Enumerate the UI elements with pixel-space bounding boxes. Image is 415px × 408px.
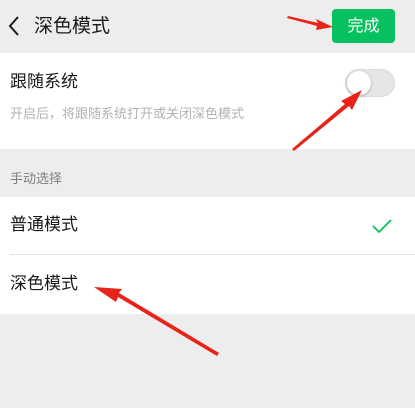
- back-button[interactable]: [6, 14, 22, 38]
- follow-system-card: 跟随系统 开启后，将跟随系统打开或关闭深色模式: [0, 53, 415, 149]
- toggle-knob: [347, 71, 371, 95]
- option-label: 深色模式: [10, 274, 78, 294]
- page-title: 深色模式: [34, 15, 111, 37]
- chevron-left-icon: [8, 16, 19, 36]
- manual-section-label: 手动选择: [10, 172, 63, 187]
- option-dark-mode[interactable]: 深色模式: [0, 256, 415, 314]
- option-label: 普通模式: [10, 215, 78, 235]
- follow-system-label: 跟随系统: [10, 72, 78, 92]
- follow-system-description: 开启后，将跟随系统打开或关闭深色模式: [10, 107, 245, 122]
- follow-system-toggle[interactable]: [345, 69, 395, 97]
- divider: [10, 254, 415, 255]
- checkmark-icon: [372, 219, 392, 234]
- done-button[interactable]: 完成: [332, 9, 395, 43]
- nav-bar: 深色模式 完成: [0, 0, 415, 52]
- manual-options-card: 普通模式 深色模式: [0, 197, 415, 314]
- option-normal-mode[interactable]: 普通模式: [0, 197, 415, 255]
